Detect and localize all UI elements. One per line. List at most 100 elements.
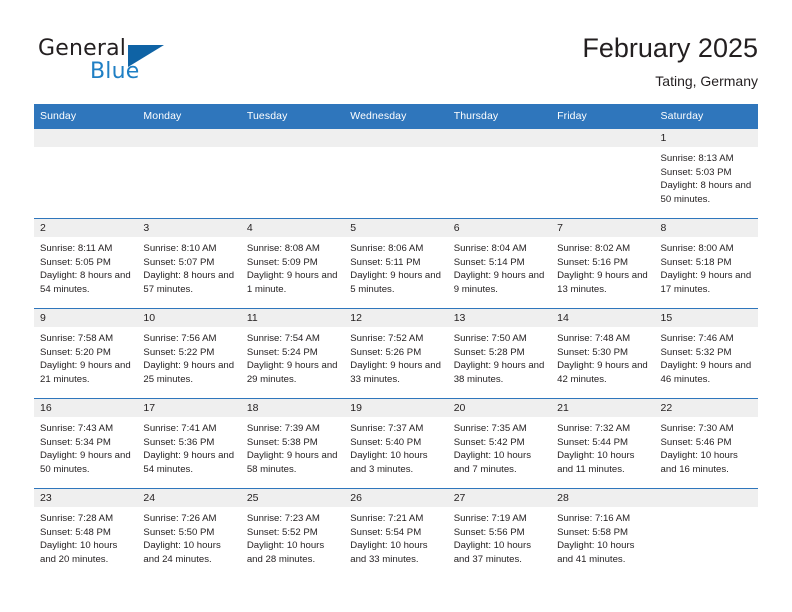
calendar-day-cell[interactable]: 12 Sunrise: 7:52 AM Sunset: 5:26 PM Dayligh… xyxy=(344,309,448,398)
sunset-text: Sunset: 5:58 PM xyxy=(557,526,629,538)
day-details: Sunrise: 8:06 AM Sunset: 5:11 PM Daylight:… xyxy=(344,237,447,296)
calendar-day-cell[interactable]: 2 Sunrise: 8:11 AM Sunset: 5:05 PM Daylight… xyxy=(34,219,138,308)
calendar-day-cell[interactable]: 5 Sunrise: 8:06 AM Sunset: 5:11 PM Daylight… xyxy=(344,219,448,308)
calendar-day-cell[interactable]: 25 Sunrise: 7:23 AM Sunset: 5:52 PM Dayligh… xyxy=(240,489,345,578)
sunset-text: Sunset: 5:46 PM xyxy=(660,436,732,448)
sunset-text: Sunset: 5:34 PM xyxy=(40,436,111,448)
calendar-day-cell[interactable]: 11 Sunrise: 7:54 AM Sunset: 5:24 PM Dayligh… xyxy=(240,309,345,398)
calendar-day-cell-empty xyxy=(240,129,345,218)
calendar-day-cell[interactable]: 28 Sunrise: 7:16 AM Sunset: 5:58 PM Dayligh… xyxy=(551,489,655,578)
calendar-day-cell[interactable]: 16 Sunrise: 7:43 AM Sunset: 5:34 PM Dayligh… xyxy=(34,399,138,488)
calendar-day-cell[interactable]: 8 Sunrise: 8:00 AM Sunset: 5:18 PM Daylight… xyxy=(654,219,758,308)
page-header: General Blue February 2025 Tating, Germa… xyxy=(34,32,758,98)
weekday-header-tuesday: Tuesday xyxy=(240,104,345,129)
sunset-text: Sunset: 5:11 PM xyxy=(350,256,421,268)
daylight-text: Daylight: 10 hours and 20 minutes. xyxy=(40,540,118,565)
day-number: 7 xyxy=(551,219,655,237)
calendar-day-cell[interactable]: 19 Sunrise: 7:37 AM Sunset: 5:40 PM Dayligh… xyxy=(344,399,448,488)
sunrise-text: Sunrise: 8:11 AM xyxy=(40,243,113,254)
calendar-day-cell[interactable]: 4 Sunrise: 8:08 AM Sunset: 5:09 PM Daylight… xyxy=(240,219,345,308)
sunrise-text: Sunrise: 7:39 AM xyxy=(246,423,320,434)
daylight-text: Daylight: 10 hours and 11 minutes. xyxy=(557,450,635,475)
brand-logo[interactable]: General Blue xyxy=(34,34,264,90)
calendar-day-cell[interactable]: 21 Sunrise: 7:32 AM Sunset: 5:44 PM Dayligh… xyxy=(551,399,655,488)
calendar-day-cell[interactable]: 14 Sunrise: 7:48 AM Sunset: 5:30 PM Dayligh… xyxy=(551,309,655,398)
calendar-day-cell[interactable]: 9 Sunrise: 7:58 AM Sunset: 5:20 PM Daylight… xyxy=(34,309,138,398)
day-details: Sunrise: 7:32 AM Sunset: 5:44 PM Daylight:… xyxy=(551,417,654,476)
day-number xyxy=(447,129,552,147)
calendar-week-row: 16 Sunrise: 7:43 AM Sunset: 5:34 PM Dayligh… xyxy=(34,398,758,489)
sunrise-text: Sunrise: 7:32 AM xyxy=(557,423,631,434)
day-number: 12 xyxy=(344,309,448,327)
day-number: 17 xyxy=(137,399,241,417)
day-number: 15 xyxy=(654,309,758,327)
calendar-day-cell[interactable]: 1 Sunrise: 8:13 AM Sunset: 5:03 PM Daylight… xyxy=(654,129,758,218)
sunrise-text: Sunrise: 8:08 AM xyxy=(246,243,320,254)
calendar-day-cell[interactable]: 3 Sunrise: 8:10 AM Sunset: 5:07 PM Daylight… xyxy=(137,219,241,308)
calendar-day-cell[interactable]: 6 Sunrise: 8:04 AM Sunset: 5:14 PM Daylight… xyxy=(447,219,552,308)
day-number: 10 xyxy=(137,309,241,327)
calendar-cell: 26 Sunrise: 7:21 AM Sunset: 5:54 PM Dayligh… xyxy=(344,488,448,578)
sunrise-text: Sunrise: 8:13 AM xyxy=(660,153,734,164)
day-number: 1 xyxy=(654,129,758,147)
calendar-day-cell[interactable]: 15 Sunrise: 7:46 AM Sunset: 5:32 PM Dayligh… xyxy=(654,309,758,398)
calendar-cell: 7 Sunrise: 8:02 AM Sunset: 5:16 PM Daylight… xyxy=(551,218,655,309)
sunset-text: Sunset: 5:24 PM xyxy=(246,346,318,358)
weekday-header-friday: Friday xyxy=(551,104,655,129)
calendar-day-cell[interactable]: 20 Sunrise: 7:35 AM Sunset: 5:42 PM Dayligh… xyxy=(447,399,552,488)
day-details: Sunrise: 7:28 AM Sunset: 5:48 PM Daylight:… xyxy=(34,507,137,566)
daylight-text: Daylight: 8 hours and 50 minutes. xyxy=(660,180,752,205)
calendar-day-cell[interactable]: 23 Sunrise: 7:28 AM Sunset: 5:48 PM Dayligh… xyxy=(34,489,138,578)
sunrise-text: Sunrise: 7:28 AM xyxy=(40,513,114,524)
sunrise-text: Sunrise: 7:41 AM xyxy=(143,423,217,434)
daylight-text: Daylight: 9 hours and 33 minutes. xyxy=(350,360,441,385)
calendar-day-cell-empty xyxy=(344,129,448,218)
day-number xyxy=(34,129,138,147)
sunset-text: Sunset: 5:26 PM xyxy=(350,346,422,358)
calendar-day-cell[interactable]: 10 Sunrise: 7:56 AM Sunset: 5:22 PM Dayligh… xyxy=(137,309,241,398)
daylight-text: Daylight: 10 hours and 24 minutes. xyxy=(143,540,221,565)
calendar-day-cell[interactable]: 27 Sunrise: 7:19 AM Sunset: 5:56 PM Dayligh… xyxy=(447,489,552,578)
day-details: Sunrise: 7:16 AM Sunset: 5:58 PM Daylight:… xyxy=(551,507,654,566)
daylight-text: Daylight: 8 hours and 57 minutes. xyxy=(143,270,235,295)
day-details: Sunrise: 7:35 AM Sunset: 5:42 PM Daylight:… xyxy=(448,417,551,476)
daylight-text: Daylight: 9 hours and 29 minutes. xyxy=(246,360,338,385)
calendar-cell: 18 Sunrise: 7:39 AM Sunset: 5:38 PM Dayligh… xyxy=(240,398,345,489)
weekday-header-sunday: Sunday xyxy=(34,104,138,129)
calendar-day-cell[interactable]: 18 Sunrise: 7:39 AM Sunset: 5:38 PM Dayligh… xyxy=(240,399,345,488)
day-details: Sunrise: 7:43 AM Sunset: 5:34 PM Daylight:… xyxy=(34,417,137,476)
weekday-header-thursday: Thursday xyxy=(447,104,552,129)
sunset-text: Sunset: 5:05 PM xyxy=(40,256,111,268)
calendar-day-cell[interactable]: 24 Sunrise: 7:26 AM Sunset: 5:50 PM Dayligh… xyxy=(137,489,241,578)
calendar-cell: 24 Sunrise: 7:26 AM Sunset: 5:50 PM Dayligh… xyxy=(137,488,241,578)
calendar-cell xyxy=(447,128,552,219)
calendar-day-cell[interactable]: 22 Sunrise: 7:30 AM Sunset: 5:46 PM Dayligh… xyxy=(654,399,758,488)
daylight-text: Daylight: 10 hours and 7 minutes. xyxy=(453,450,532,475)
day-number: 6 xyxy=(447,219,552,237)
calendar-day-cell[interactable]: 7 Sunrise: 8:02 AM Sunset: 5:16 PM Daylight… xyxy=(551,219,655,308)
sunrise-text: Sunrise: 7:54 AM xyxy=(246,333,320,344)
location-subtitle: Tating, Germany xyxy=(655,73,758,89)
calendar-day-cell[interactable]: 13 Sunrise: 7:50 AM Sunset: 5:28 PM Dayligh… xyxy=(447,309,552,398)
sunrise-text: Sunrise: 7:58 AM xyxy=(40,333,114,344)
day-details: Sunrise: 7:39 AM Sunset: 5:38 PM Daylight:… xyxy=(241,417,344,476)
calendar-cell: 25 Sunrise: 7:23 AM Sunset: 5:52 PM Dayligh… xyxy=(240,488,345,578)
calendar-day-cell[interactable]: 26 Sunrise: 7:21 AM Sunset: 5:54 PM Dayligh… xyxy=(344,489,448,578)
sunrise-text: Sunrise: 7:56 AM xyxy=(143,333,217,344)
calendar-cell: 20 Sunrise: 7:35 AM Sunset: 5:42 PM Dayligh… xyxy=(447,398,552,489)
calendar-cell: 1 Sunrise: 8:13 AM Sunset: 5:03 PM Daylight… xyxy=(654,128,758,219)
daylight-text: Daylight: 9 hours and 42 minutes. xyxy=(557,360,648,385)
day-number: 14 xyxy=(551,309,655,327)
weekday-header-wednesday: Wednesday xyxy=(344,104,448,129)
title-block: February 2025 Tating, Germany xyxy=(582,32,758,91)
sunset-text: Sunset: 5:14 PM xyxy=(453,256,525,268)
sunrise-text: Sunrise: 7:26 AM xyxy=(143,513,217,524)
calendar-day-cell[interactable]: 17 Sunrise: 7:41 AM Sunset: 5:36 PM Dayligh… xyxy=(137,399,241,488)
sunset-text: Sunset: 5:56 PM xyxy=(453,526,525,538)
sunset-text: Sunset: 5:32 PM xyxy=(660,346,732,358)
sunset-text: Sunset: 5:09 PM xyxy=(246,256,318,268)
calendar-cell: 15 Sunrise: 7:46 AM Sunset: 5:32 PM Dayligh… xyxy=(654,308,758,399)
sunrise-text: Sunrise: 7:48 AM xyxy=(557,333,631,344)
daylight-text: Daylight: 10 hours and 3 minutes. xyxy=(350,450,428,475)
calendar-day-cell-empty xyxy=(447,129,552,218)
